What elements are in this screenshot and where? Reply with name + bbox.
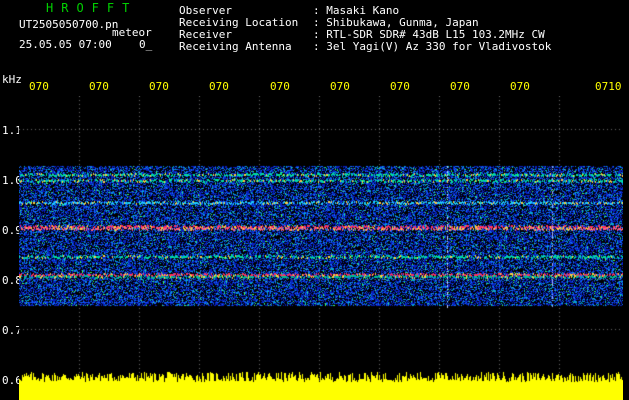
time-label: 0710	[595, 80, 622, 93]
app-name: HROFFT	[46, 1, 138, 15]
antenna-label: Receiving Antenna	[179, 40, 292, 53]
signal-level-bar	[19, 370, 623, 400]
file-name: UT2505050700.pn	[19, 18, 119, 31]
time-label: 070	[89, 80, 109, 93]
spectrogram	[19, 96, 623, 400]
info-labels: Observer Receiving Location Receiver Rec…	[179, 5, 298, 53]
time-label: 070	[149, 80, 169, 93]
info-values: : Masaki Kano : Shibukawa, Gunma, Japan …	[313, 5, 551, 53]
time-label: 070	[390, 80, 410, 93]
time-label: 070	[450, 80, 470, 93]
datetime: 25.05.05 07:00	[19, 38, 112, 51]
antenna-value: : 3el Yagi(V) Az 330 for Vladivostok	[313, 40, 552, 53]
datetime-suffix: 0_	[139, 38, 153, 51]
axis-unit: kHz	[2, 73, 22, 86]
time-label: 070	[330, 80, 350, 93]
time-label: 070	[209, 80, 229, 93]
time-label: 070	[29, 80, 49, 93]
time-label: 070	[510, 80, 530, 93]
time-label: 070	[270, 80, 290, 93]
